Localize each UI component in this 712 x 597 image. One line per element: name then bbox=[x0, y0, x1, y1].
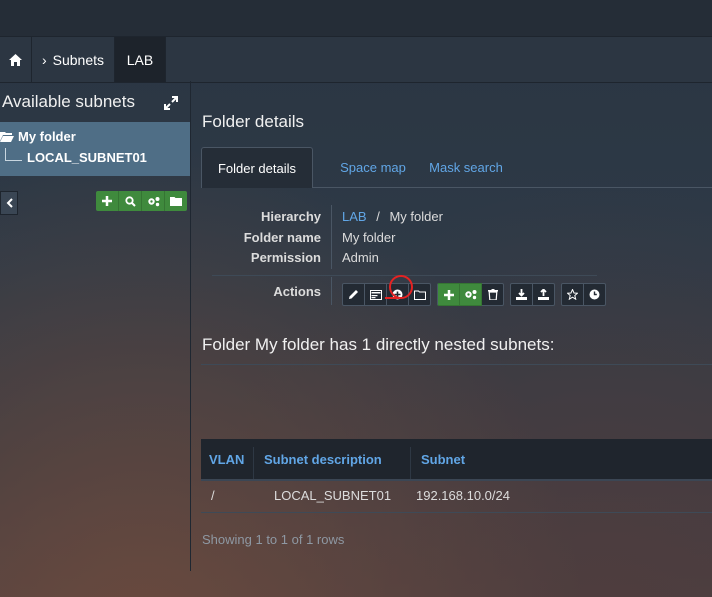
search-button[interactable] bbox=[119, 191, 142, 211]
cell-description-link[interactable]: LOCAL_SUBNET01 bbox=[274, 480, 391, 510]
folder-name-label: Folder name bbox=[243, 230, 321, 245]
edit-folder-button[interactable] bbox=[342, 283, 365, 306]
create-actions-group bbox=[437, 283, 504, 306]
actions-toolbar bbox=[342, 283, 612, 306]
delete-folder-button[interactable] bbox=[482, 283, 504, 306]
breadcrumb: › Subnets LAB bbox=[0, 36, 712, 83]
gears-icon bbox=[147, 196, 159, 206]
folder-button[interactable] bbox=[165, 191, 187, 211]
tree-branch-line bbox=[5, 148, 22, 161]
column-header-description[interactable]: Subnet description bbox=[264, 439, 382, 479]
subnets-table-header: VLAN Subnet description Subnet bbox=[201, 439, 712, 481]
favorite-button[interactable] bbox=[561, 283, 584, 306]
hierarchy-separator: / bbox=[376, 209, 380, 224]
add-button[interactable] bbox=[437, 283, 460, 306]
tab-mask-search[interactable]: Mask search bbox=[416, 147, 516, 187]
cell-vlan: / bbox=[211, 487, 215, 503]
import-export-group bbox=[510, 283, 555, 306]
upload-button[interactable] bbox=[533, 283, 555, 306]
upload-icon bbox=[538, 289, 549, 300]
sidebar-divider bbox=[190, 81, 191, 571]
settings-button[interactable] bbox=[142, 191, 165, 211]
history-button[interactable] bbox=[584, 283, 606, 306]
plus-icon bbox=[102, 196, 112, 206]
add-subnet-button[interactable] bbox=[96, 191, 119, 211]
tree-subnet-item[interactable]: LOCAL_SUBNET01 bbox=[27, 150, 147, 165]
breadcrumb-subnets-label: Subnets bbox=[52, 51, 105, 68]
chevron-right-icon: › bbox=[41, 51, 47, 68]
actions-separator bbox=[331, 277, 332, 305]
trash-icon bbox=[487, 289, 498, 300]
folder-settings-button[interactable] bbox=[460, 283, 482, 306]
sidebar-title: Available subnets bbox=[2, 92, 135, 111]
sidebar-button-group bbox=[96, 191, 187, 211]
search-icon bbox=[124, 195, 136, 207]
table-pagination-info: Showing 1 to 1 of 1 rows bbox=[202, 532, 345, 547]
collapse-sidebar-button[interactable] bbox=[0, 191, 18, 215]
actions-label: Actions bbox=[273, 284, 321, 299]
folder-name-value: My folder bbox=[342, 230, 396, 245]
top-navbar bbox=[0, 0, 712, 36]
hierarchy-link[interactable]: LAB bbox=[342, 209, 367, 224]
column-separator bbox=[253, 447, 254, 479]
gears-icon bbox=[465, 290, 477, 300]
tree-folder-item[interactable]: My folder bbox=[0, 129, 76, 144]
hierarchy-label: Hierarchy bbox=[261, 209, 321, 224]
sidebar-toolbar bbox=[0, 189, 190, 215]
hierarchy-value: LAB / My folder bbox=[342, 209, 443, 224]
column-header-vlan[interactable]: VLAN bbox=[209, 439, 244, 479]
folder-outline-icon bbox=[413, 290, 426, 300]
subnet-tree: My folder LOCAL_SUBNET01 bbox=[0, 122, 190, 176]
tab-folder-details[interactable]: Folder details bbox=[201, 147, 313, 188]
home-icon bbox=[9, 53, 22, 66]
hierarchy-current: My folder bbox=[389, 209, 443, 224]
clock-icon bbox=[589, 289, 600, 300]
pencil-icon bbox=[349, 290, 358, 299]
page-title: Folder details bbox=[202, 112, 305, 131]
table-row[interactable]: / LOCAL_SUBNET01 192.168.10.0/24 bbox=[201, 480, 712, 513]
plus-icon bbox=[443, 289, 454, 300]
tab-space-map[interactable]: Space map bbox=[318, 147, 428, 187]
details-separator bbox=[331, 205, 332, 269]
folder-icon bbox=[170, 197, 182, 206]
column-separator bbox=[410, 447, 411, 479]
folder-open-icon bbox=[0, 132, 14, 142]
star-icon bbox=[567, 289, 578, 300]
permission-label: Permission bbox=[250, 250, 321, 265]
misc-actions-group bbox=[561, 283, 606, 306]
expand-icon[interactable] bbox=[164, 96, 178, 110]
folder-info-button[interactable] bbox=[365, 283, 387, 306]
tree-folder-label: My folder bbox=[18, 129, 76, 144]
annotation-circle bbox=[389, 275, 413, 299]
folder-actions-group bbox=[342, 283, 431, 306]
annotation-underline bbox=[385, 297, 399, 299]
tab-bar: Folder details Space map Mask search bbox=[201, 147, 712, 188]
id-card-icon bbox=[369, 289, 382, 300]
section-divider bbox=[201, 364, 712, 365]
nested-subnets-title: Folder My folder has 1 directly nested s… bbox=[202, 335, 555, 354]
download-button[interactable] bbox=[510, 283, 533, 306]
download-icon bbox=[516, 289, 527, 300]
permission-value: Admin bbox=[342, 250, 379, 265]
column-header-subnet[interactable]: Subnet bbox=[421, 439, 465, 479]
breadcrumb-subnets[interactable]: › Subnets bbox=[32, 37, 115, 82]
cell-subnet-link[interactable]: 192.168.10.0/24 bbox=[416, 480, 510, 510]
chevron-left-icon bbox=[6, 198, 13, 208]
breadcrumb-current[interactable]: LAB bbox=[115, 37, 166, 82]
breadcrumb-home[interactable] bbox=[0, 37, 32, 82]
